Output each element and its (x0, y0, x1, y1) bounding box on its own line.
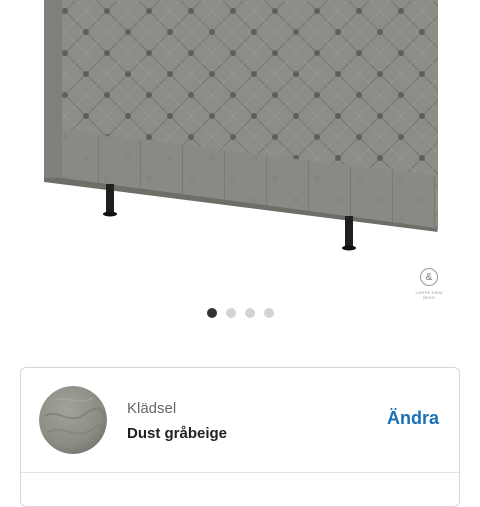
option-value: Dust gråbeige (127, 425, 228, 442)
carousel-dot[interactable] (263, 308, 274, 318)
divider (21, 472, 459, 473)
headboard-product-image (44, 0, 438, 251)
carousel-pagination (0, 308, 480, 318)
fabric-swatch-icon (39, 386, 107, 454)
change-upholstery-button[interactable]: Ändra (387, 408, 439, 429)
carousel-dot[interactable] (206, 308, 217, 318)
ampersand-seal-icon: & (420, 268, 438, 286)
brand-logo: & CARPE DIEM BEDS (416, 268, 442, 300)
product-image-gallery[interactable]: & CARPE DIEM BEDS (0, 0, 480, 300)
brand-logo-text: CARPE DIEM BEDS (415, 290, 443, 300)
carousel-dot[interactable] (244, 308, 255, 318)
option-label: Klädsel (127, 400, 177, 417)
upholstery-option-card: Klädsel Dust gråbeige Ändra (20, 367, 460, 507)
carousel-dot[interactable] (225, 308, 236, 318)
